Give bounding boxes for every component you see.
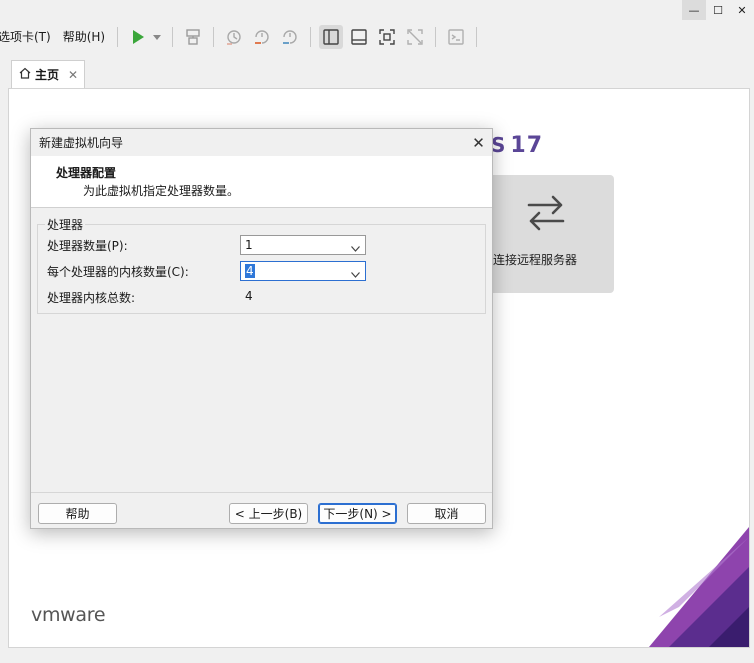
cores-per-processor-value: 4 xyxy=(245,264,255,278)
tab-home-label: 主页 xyxy=(35,68,60,82)
toolbar-divider xyxy=(310,27,312,47)
help-button[interactable]: 帮助 xyxy=(38,503,117,524)
toolbar-divider xyxy=(172,27,174,47)
menu-tabs[interactable]: 选项卡(T) xyxy=(0,22,57,52)
product-version: S 17 xyxy=(491,133,543,158)
home-icon xyxy=(19,67,31,82)
thumbnail-view-icon[interactable] xyxy=(347,25,371,49)
snapshot-icon[interactable] xyxy=(222,25,246,49)
vmware-logo: vmware xyxy=(31,604,106,626)
page-title: 处理器配置 xyxy=(56,166,117,180)
cores-per-processor-label: 每个处理器的内核数量(C): xyxy=(47,265,189,279)
back-button[interactable]: < 上一步(B) xyxy=(229,503,308,524)
window-controls: — ☐ ✕ xyxy=(682,0,754,20)
toolbar-divider xyxy=(213,27,215,47)
dialog-titlebar: 新建虚拟机向导 ✕ xyxy=(31,129,492,156)
processor-group: 处理器 处理器数量(P): 1 每个处理器的内核数量(C): 4 处理器内核总数… xyxy=(37,216,486,314)
cancel-button[interactable]: 取消 xyxy=(407,503,486,524)
connect-remote-server-label: 连接远程服务器 xyxy=(493,253,578,267)
menu-help[interactable]: 帮助(H) xyxy=(57,22,111,52)
snapshot-manager-icon[interactable] xyxy=(278,25,302,49)
total-cores-value: 4 xyxy=(245,289,253,303)
play-icon[interactable] xyxy=(126,25,150,49)
close-window-button[interactable]: ✕ xyxy=(730,0,754,20)
fullscreen-icon[interactable] xyxy=(375,25,399,49)
decorative-graphic xyxy=(649,527,749,647)
page-subtitle: 为此虚拟机指定处理器数量。 xyxy=(83,184,240,198)
toolbar-divider xyxy=(476,27,478,47)
connect-remote-server-card[interactable]: 连接远程服务器 xyxy=(485,175,614,293)
toolbar-divider xyxy=(435,27,437,47)
dialog-header: 处理器配置 为此虚拟机指定处理器数量。 xyxy=(31,156,492,208)
dialog-title: 新建虚拟机向导 xyxy=(39,136,124,150)
toolbar: 选项卡(T) 帮助(H) xyxy=(0,22,754,52)
maximize-button[interactable]: ☐ xyxy=(706,0,730,20)
swap-arrows-icon xyxy=(525,193,567,236)
toolbar-divider xyxy=(117,27,119,47)
tab-home[interactable]: 主页 ✕ xyxy=(11,60,85,88)
sidebar-view-icon[interactable] xyxy=(319,25,344,49)
new-vm-wizard-dialog: 新建虚拟机向导 ✕ 处理器配置 为此虚拟机指定处理器数量。 处理器 处理器数量(… xyxy=(30,128,493,529)
close-icon[interactable]: ✕ xyxy=(68,68,78,82)
revert-snapshot-icon[interactable] xyxy=(250,25,274,49)
unity-icon[interactable] xyxy=(403,25,427,49)
product-name-fragment: S xyxy=(491,133,507,157)
cores-per-processor-select[interactable]: 4 xyxy=(240,261,366,281)
processor-count-select[interactable]: 1 xyxy=(240,235,366,255)
product-version-number: 17 xyxy=(510,133,544,158)
chevron-down-icon xyxy=(351,267,360,281)
chevron-down-icon[interactable] xyxy=(152,25,162,49)
processor-count-label: 处理器数量(P): xyxy=(47,239,128,253)
total-cores-label: 处理器内核总数: xyxy=(47,291,136,305)
send-keys-icon[interactable] xyxy=(181,25,205,49)
minimize-button[interactable]: — xyxy=(682,0,706,20)
processor-group-label: 处理器 xyxy=(45,216,86,233)
console-icon[interactable] xyxy=(444,25,468,49)
chevron-down-icon xyxy=(351,241,360,255)
close-icon[interactable]: ✕ xyxy=(465,129,492,156)
processor-count-value: 1 xyxy=(245,238,253,252)
footer-divider xyxy=(31,492,492,493)
next-button[interactable]: 下一步(N) > xyxy=(318,503,397,524)
